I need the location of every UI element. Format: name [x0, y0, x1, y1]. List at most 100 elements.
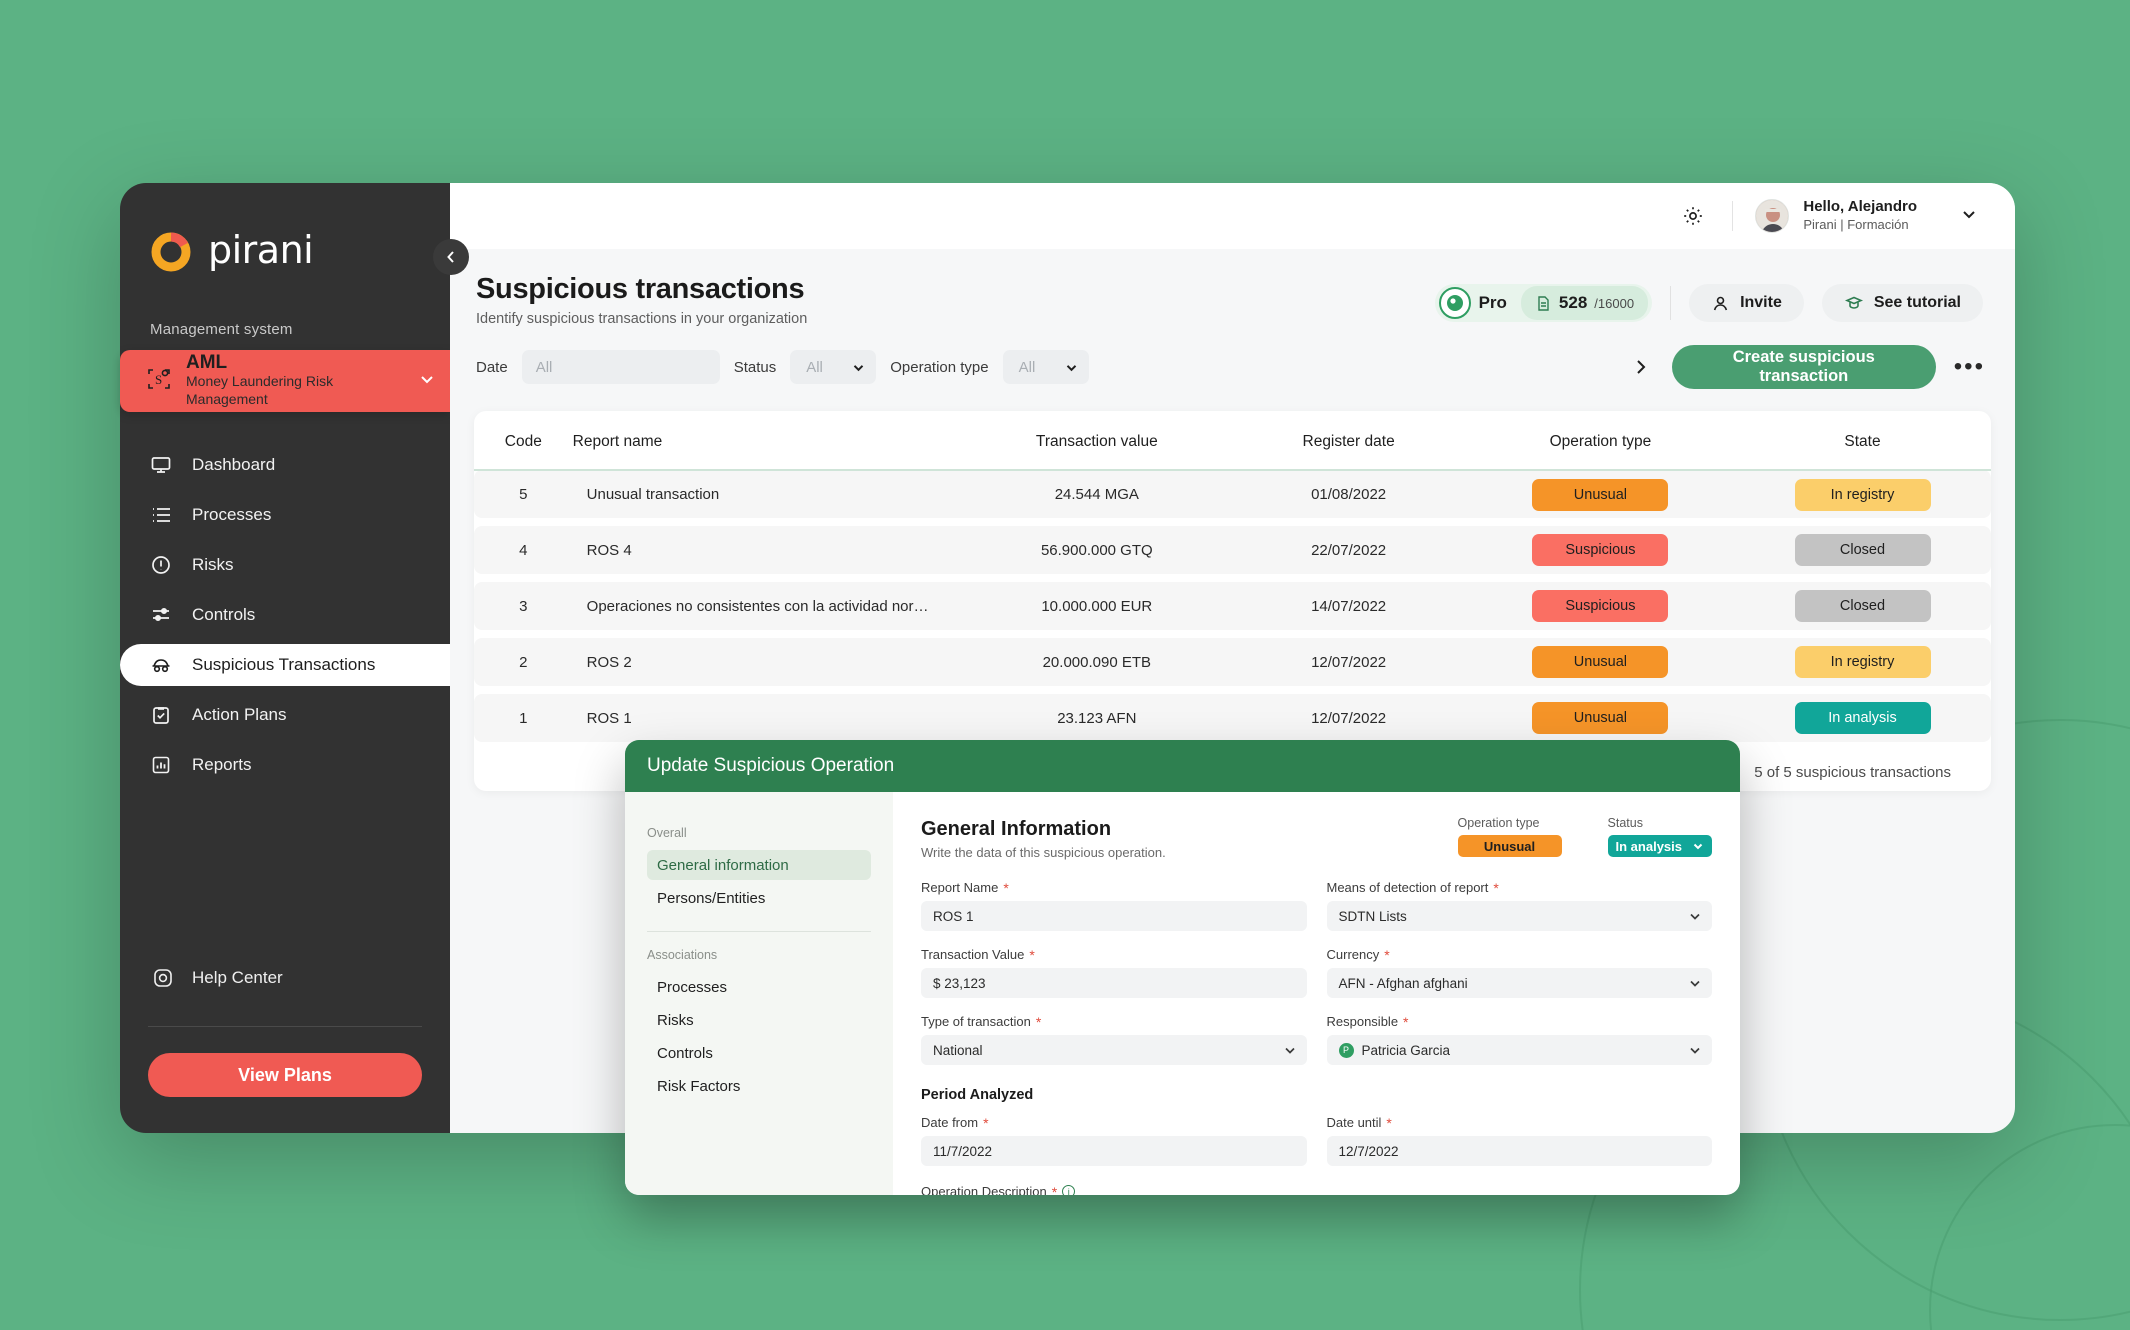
sidebar-item-label: Reports: [192, 755, 252, 774]
page-title: Suspicious transactions: [476, 273, 805, 305]
operation-type-filter-select[interactable]: All: [1002, 350, 1089, 384]
sidebar-item-help-center[interactable]: Help Center: [120, 956, 450, 1000]
status-filter-label: Status: [733, 358, 777, 376]
state-badge: In registry: [1794, 478, 1931, 511]
table-row[interactable]: 3 Operaciones no consistentes con la acti…: [474, 582, 1991, 630]
date-until-label: Date until *: [1326, 1114, 1392, 1131]
lifebuoy-icon: [152, 967, 174, 989]
modal-title: Update Suspicious Operation: [625, 740, 1740, 792]
transactions-table: Code Report name Transaction value Regis…: [474, 411, 1991, 742]
user-org: Pirani | Formación: [1803, 217, 1909, 232]
cell-transaction-value: 24.544 MGA: [963, 470, 1231, 518]
column-report-name: Report name: [572, 433, 663, 450]
required-marker: *: [983, 1114, 989, 1131]
status-select[interactable]: In analysis: [1607, 835, 1712, 857]
transaction-value-label: Transaction Value *: [921, 946, 1035, 963]
chevron-down-icon: [1690, 913, 1700, 920]
chevron-right-icon[interactable]: [1628, 354, 1654, 380]
modal-nav-risks[interactable]: Risks: [647, 1005, 871, 1035]
currency-select[interactable]: AFN - Afghan afghani: [1326, 968, 1712, 998]
status-filter-select[interactable]: All: [790, 350, 877, 384]
modal-sidebar: Overall General information Persons/Enti…: [625, 792, 893, 1195]
modal-nav-risk-factors[interactable]: Risk Factors: [647, 1071, 871, 1101]
cell-operation-type: Unusual: [1466, 638, 1735, 686]
chevron-down-icon[interactable]: [418, 370, 436, 393]
see-tutorial-button[interactable]: See tutorial: [1821, 284, 1983, 322]
aml-name: Money Laundering Risk Management: [186, 373, 334, 407]
sidebar-module-aml[interactable]: S AML Money Laundering Risk Management: [120, 350, 464, 412]
sidebar-item-label: Controls: [192, 605, 256, 624]
modal-body: Overall General information Persons/Enti…: [625, 792, 1740, 1195]
chevron-down-icon: [1690, 1047, 1700, 1054]
status-filter-value: All: [806, 358, 823, 376]
form-row-period: Date from * 11/7/2022 Date until * 12/7/20…: [921, 1115, 1712, 1182]
sidebar-item-label: Processes: [192, 505, 272, 524]
cell-code: 1: [474, 694, 573, 742]
list-icon: [150, 504, 172, 526]
modal-nav-controls[interactable]: Controls: [647, 1038, 871, 1068]
more-options-icon[interactable]: •••: [1954, 355, 1985, 378]
sidebar-item-action-plans[interactable]: Action Plans: [120, 694, 450, 736]
cell-operation-type: Suspicious: [1466, 582, 1735, 630]
modal-nav-general-information[interactable]: General information: [647, 850, 871, 880]
sidebar-item-controls[interactable]: Controls: [120, 594, 450, 636]
modal-nav-processes[interactable]: Processes: [647, 972, 871, 1002]
means-label: Means of detection of report *: [1326, 879, 1499, 896]
type-of-transaction-select[interactable]: National: [921, 1035, 1307, 1065]
modal-group-associations: Associations: [647, 948, 718, 962]
sidebar-item-dashboard[interactable]: Dashboard: [120, 444, 450, 486]
quota-badge: 528 /16000: [1520, 286, 1649, 320]
date-filter-label: Date: [476, 358, 508, 376]
form-meta: Operation type Unusual Status In analysi…: [1457, 816, 1712, 857]
transaction-value-input[interactable]: $ 23,123: [921, 968, 1307, 998]
clipboard-check-icon: [150, 704, 172, 726]
sidebar-item-risks[interactable]: Risks: [120, 544, 450, 586]
report-name-input[interactable]: ROS 1: [921, 901, 1307, 931]
user-menu[interactable]: Hello, Alejandro Pirani | Formación: [1755, 198, 1979, 234]
brand-logo[interactable]: pirani: [120, 183, 450, 273]
header-actions: Pro 528 /16000 Invite See tutorial: [1434, 273, 2015, 327]
plan-badge[interactable]: Pro 528 /16000: [1434, 284, 1653, 322]
modal-nav-persons-entities[interactable]: Persons/Entities: [647, 883, 871, 913]
operation-type-label: Operation type: [1457, 816, 1540, 830]
status-value: In analysis: [1615, 838, 1682, 854]
transaction-value-value: $ 23,123: [933, 975, 986, 991]
gear-icon[interactable]: [1676, 199, 1710, 233]
operation-type-badge: Suspicious: [1532, 590, 1669, 622]
sidebar-item-suspicious-transactions[interactable]: Suspicious Transactions: [120, 644, 466, 686]
sidebar-collapse-button[interactable]: [433, 239, 469, 275]
info-icon[interactable]: i: [1062, 1185, 1076, 1195]
cell-operation-type: Suspicious: [1466, 526, 1735, 574]
cell-operation-type: Unusual: [1466, 470, 1735, 518]
date-from-input[interactable]: 11/7/2022: [921, 1136, 1307, 1166]
sidebar-item-label: Dashboard: [192, 455, 276, 474]
required-marker: *: [1003, 879, 1009, 896]
responsible-select[interactable]: P Patricia Garcia: [1326, 1035, 1712, 1065]
topbar-divider: [1732, 201, 1734, 231]
pro-icon: [1438, 287, 1471, 319]
aml-code: AML: [186, 352, 228, 373]
sidebar-item-processes[interactable]: Processes: [120, 494, 450, 536]
table-row[interactable]: 1 ROS 1 23.123 AFN 12/07/2022 Unusual In anal…: [474, 694, 1991, 742]
create-suspicious-transaction-button[interactable]: Create suspicious transaction: [1671, 345, 1936, 389]
required-marker: *: [1384, 946, 1390, 963]
chevron-down-icon[interactable]: [1959, 204, 1979, 229]
operation-type-filter-value: All: [1018, 358, 1036, 376]
means-select[interactable]: SDTN Lists: [1326, 901, 1712, 931]
graduation-cap-icon: [1844, 296, 1863, 309]
column-state: State: [1844, 433, 1881, 450]
table-row-spacer: [474, 518, 1991, 526]
table-row[interactable]: 2 ROS 2 20.000.090 ETB 12/07/2022 Unusual In …: [474, 638, 1991, 686]
table-row[interactable]: 4 ROS 4 56.900.000 GTQ 22/07/2022 Suspicious…: [474, 526, 1991, 574]
responsible-label: Responsible *: [1326, 1013, 1409, 1030]
view-plans-button[interactable]: View Plans: [148, 1053, 422, 1097]
form-row-3: Type of transaction * National Responsibl…: [921, 1014, 1712, 1081]
cell-code: 2: [474, 638, 573, 686]
date-until-input[interactable]: 12/7/2022: [1326, 1136, 1712, 1166]
date-filter-input[interactable]: All: [521, 350, 720, 384]
table-row[interactable]: 5 Unusual transaction 24.544 MGA 01/08/2022…: [474, 470, 1991, 518]
sidebar-item-reports[interactable]: Reports: [120, 744, 450, 786]
operation-type-badge: Unusual: [1532, 478, 1669, 511]
sidebar-footer: Help Center View Plans: [120, 956, 450, 1133]
invite-button[interactable]: Invite: [1689, 284, 1804, 322]
